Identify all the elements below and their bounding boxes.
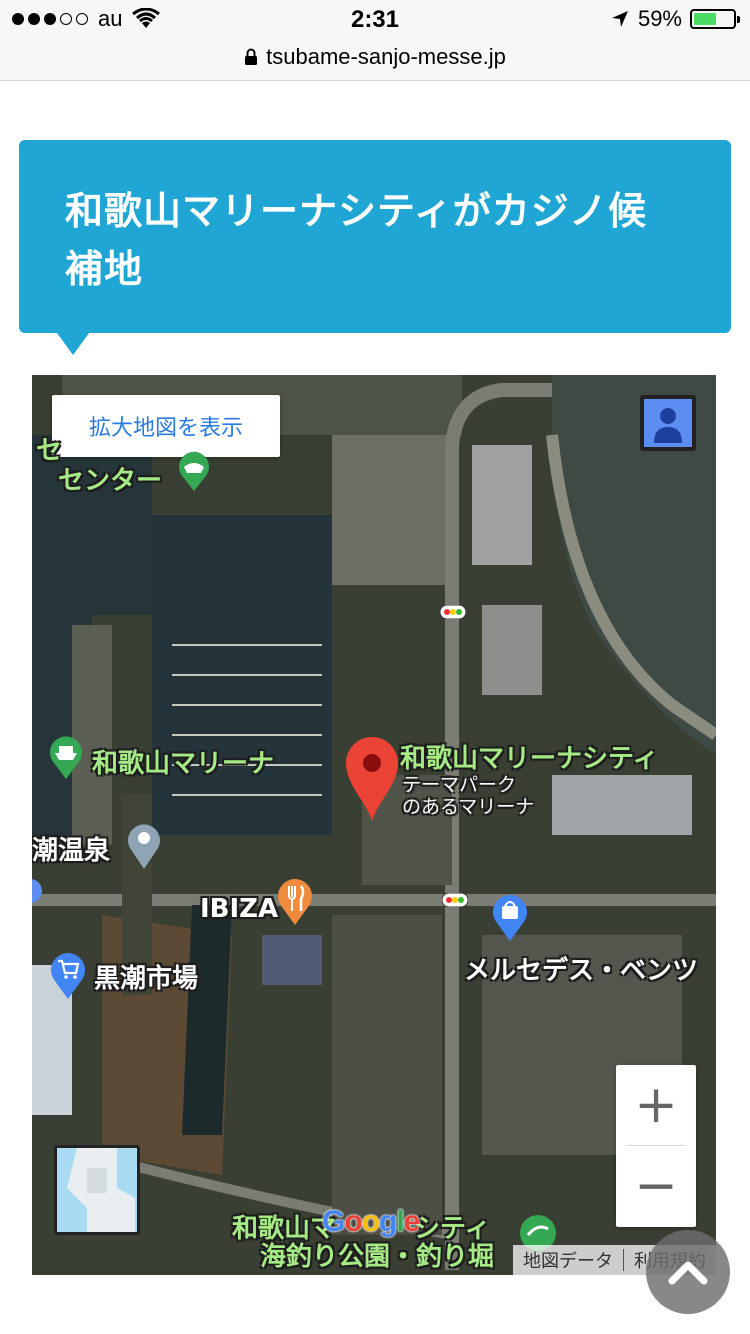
pegman-icon — [644, 399, 692, 447]
enlarge-map-button[interactable]: 拡大地図を表示 — [52, 395, 280, 457]
heading-title: 和歌山マリーナシティがカジノ候補地 — [65, 189, 647, 291]
status-bar-right: 59% — [610, 6, 740, 32]
back-to-top-button[interactable] — [646, 1230, 730, 1314]
map-label-center: センター — [58, 466, 163, 496]
map-label-fishing-2: 海釣り公園・釣り堀 — [260, 1242, 495, 1272]
shopping-pin-icon[interactable] — [490, 891, 530, 943]
zoom-controls: + − — [616, 1065, 696, 1227]
map-label-marina-city-sub1: テーマパーク — [402, 774, 517, 796]
url-text: tsubame-sanjo-messe.jp — [266, 44, 506, 69]
address-bar[interactable]: tsubame-sanjo-messe.jp — [0, 44, 750, 81]
map-label-mercedes: メルセデス・ベンツ — [464, 956, 699, 986]
map-label-ibiza: IBIZA — [200, 894, 279, 924]
google-map[interactable]: 拡大地図を表示 セ センター 和歌山マリーナ 和歌山マリーナシティ テーマパーク… — [32, 375, 716, 1275]
location-arrow-icon — [611, 11, 628, 27]
map-type-toggle[interactable] — [54, 1145, 140, 1235]
map-thumbnail — [57, 1148, 137, 1232]
park-pin-icon[interactable] — [174, 449, 214, 493]
marina-pin-icon[interactable] — [46, 735, 86, 781]
cart-pin-icon[interactable] — [48, 949, 88, 1001]
map-label-marina: 和歌山マリーナ — [92, 749, 275, 779]
map-label-kuroshio: 黒潮市場 — [94, 964, 199, 994]
battery-fill — [694, 13, 717, 25]
map-label-marina-city-sub2: のあるマリーナ — [402, 796, 535, 818]
chevron-up-icon — [668, 1261, 708, 1285]
map-label-onsen: 潮温泉 — [32, 836, 111, 866]
enlarge-map-label: 拡大地図を表示 — [88, 416, 243, 441]
zoom-in-button[interactable]: + — [616, 1065, 696, 1145]
traffic-light-icon — [442, 893, 468, 907]
battery-percent: 59% — [637, 6, 682, 31]
zoom-out-button[interactable]: − — [616, 1146, 696, 1226]
street-view-pegman-button[interactable] — [640, 395, 696, 451]
section-heading: 和歌山マリーナシティがカジノ候補地 — [19, 140, 731, 333]
map-data-link[interactable]: 地図データ — [523, 1247, 613, 1273]
red-location-pin-icon[interactable] — [344, 735, 400, 823]
traffic-light-icon — [440, 605, 466, 619]
status-bar: au 2:31 59% — [0, 0, 750, 44]
heading-pointer — [57, 333, 89, 355]
google-logo: Google — [322, 1205, 420, 1238]
restaurant-pin-icon[interactable] — [274, 877, 316, 927]
onsen-pin-icon[interactable] — [126, 821, 162, 871]
attribution-divider — [623, 1249, 624, 1271]
map-label-center-top: セ — [36, 436, 63, 466]
lock-icon — [245, 48, 258, 65]
map-label-marina-city: 和歌山マリーナシティ — [400, 744, 659, 774]
partial-pin-icon — [32, 879, 42, 903]
battery-icon — [690, 9, 740, 29]
